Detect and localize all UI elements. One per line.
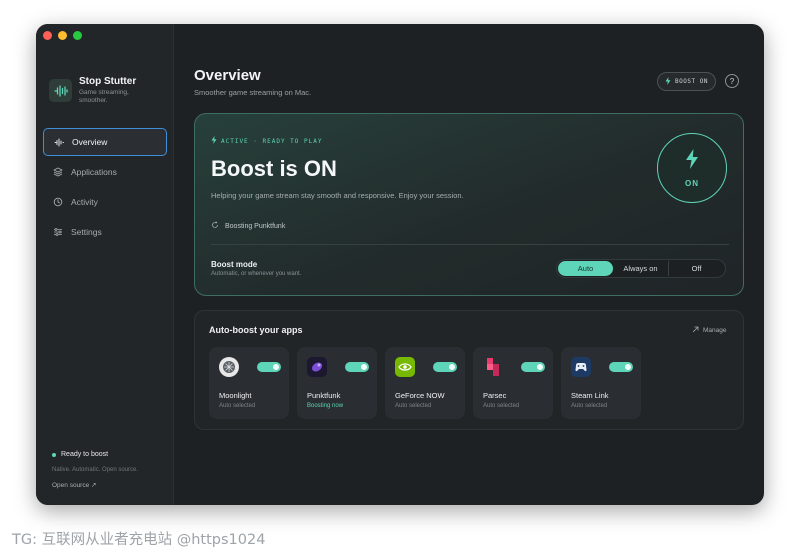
manage-apps-link[interactable]: Manage <box>692 326 727 335</box>
app-toggle[interactable] <box>257 362 281 372</box>
boost-description: Helping your game stream stay smooth and… <box>211 191 464 200</box>
sidebar-note: Native. Automatic. Open source. <box>52 467 139 473</box>
app-status: Boosting now <box>307 403 344 409</box>
auto-boost-apps-panel: Auto-boost your apps Manage Moonlight Au… <box>194 310 744 430</box>
clock-icon <box>53 197 63 207</box>
boost-status-button[interactable]: BOOST ON <box>657 72 716 91</box>
divider <box>211 244 729 245</box>
app-name: Steam Link <box>571 391 609 400</box>
app-name: Moonlight <box>219 391 252 400</box>
sidebar-item-overview[interactable]: Overview <box>43 128 167 156</box>
geforce-now-logo-icon <box>395 357 415 377</box>
app-status: Auto selected <box>219 403 256 409</box>
waveform-logo-icon <box>49 79 72 102</box>
apps-section-title: Auto-boost your apps <box>209 325 303 335</box>
sidebar-item-label: Applications <box>71 167 117 177</box>
bolt-icon <box>685 148 699 174</box>
sidebar-item-label: Settings <box>71 227 102 237</box>
zoom-window-button[interactable] <box>73 31 82 40</box>
app-status: Auto selected <box>395 403 432 409</box>
sliders-icon <box>53 227 63 237</box>
mode-option-off[interactable]: Off <box>669 261 724 276</box>
app-card-parsec[interactable]: Parsec Auto selected <box>473 347 553 419</box>
active-status-label: ACTIVE · READY TO PLAY <box>221 137 323 145</box>
punktfunk-logo-icon <box>307 357 327 377</box>
manage-label: Manage <box>703 327 727 334</box>
watermark-text: TG: 互联网从业者充电站 @https1024 <box>12 532 266 548</box>
app-toggle[interactable] <box>433 362 457 372</box>
boost-status-label: BOOST ON <box>675 78 708 85</box>
page-subtitle: Smoother game streaming on Mac. <box>194 88 312 97</box>
app-toggle[interactable] <box>345 362 369 372</box>
boost-mode-description: Automatic, or whenever you want. <box>211 271 302 277</box>
boosting-app-label: Boosting Punktfunk <box>225 222 286 230</box>
help-button[interactable]: ? <box>725 74 739 88</box>
app-status: Auto selected <box>571 403 608 409</box>
refresh-icon <box>211 221 219 231</box>
app-name: GeForce NOW <box>395 391 445 400</box>
sidebar-nav: Overview Applications Activity Settings <box>43 128 167 248</box>
boost-ring-label: ON <box>685 178 699 188</box>
status-dot-icon <box>52 452 56 457</box>
sidebar-item-label: Activity <box>71 197 98 207</box>
app-name: Punktfunk <box>307 391 341 400</box>
app-name: Stop Stutter <box>79 76 137 87</box>
app-card-punktfunk[interactable]: Punktfunk Boosting now <box>297 347 377 419</box>
sidebar-item-settings[interactable]: Settings <box>43 218 167 246</box>
sidebar-item-applications[interactable]: Applications <box>43 158 167 186</box>
layers-icon <box>53 167 63 177</box>
boost-toggle-ring[interactable]: ON <box>657 133 727 203</box>
close-window-button[interactable] <box>43 31 52 40</box>
boost-hero-card: ACTIVE · READY TO PLAY Boost is ON Helpi… <box>194 113 744 296</box>
sidebar: Stop Stutter Game streaming, smoother. O… <box>36 24 174 505</box>
steam-link-logo-icon <box>571 357 591 377</box>
bolt-icon <box>665 76 671 87</box>
minimize-window-button[interactable] <box>58 31 67 40</box>
boost-mode-label: Boost mode <box>211 260 258 269</box>
main-content: Overview Smoother game streaming on Mac.… <box>174 24 764 505</box>
ready-status: Ready to boost <box>52 451 138 458</box>
open-source-link[interactable]: Open source ↗ <box>52 481 138 489</box>
app-window: Stop Stutter Game streaming, smoother. O… <box>36 24 764 505</box>
brand: Stop Stutter Game streaming, smoother. <box>49 76 141 105</box>
boost-title: Boost is ON <box>211 156 337 181</box>
sidebar-item-label: Overview <box>72 137 108 147</box>
app-tagline: Game streaming, smoother. <box>79 89 129 104</box>
sidebar-footer: Ready to boost Native. Automatic. Open s… <box>52 451 138 489</box>
sidebar-item-activity[interactable]: Activity <box>43 188 167 216</box>
app-card-moonlight[interactable]: Moonlight Auto selected <box>209 347 289 419</box>
bolt-icon <box>211 136 217 146</box>
app-toggle[interactable] <box>521 362 545 372</box>
boosting-app-status: Boosting Punktfunk <box>211 221 285 231</box>
page-title: Overview <box>194 67 261 84</box>
moonlight-logo-icon <box>219 357 239 377</box>
mode-option-always-on[interactable]: Always on <box>613 261 669 276</box>
active-status: ACTIVE · READY TO PLAY <box>211 136 322 146</box>
app-status: Auto selected <box>483 403 520 409</box>
mode-option-auto[interactable]: Auto <box>558 261 613 276</box>
parsec-logo-icon <box>483 357 503 377</box>
ready-status-label: Ready to boost <box>61 451 109 458</box>
window-controls <box>43 31 82 40</box>
app-card-steam-link[interactable]: Steam Link Auto selected <box>561 347 641 419</box>
app-name: Parsec <box>483 391 507 400</box>
arrow-up-right-icon <box>692 326 699 335</box>
boost-mode-selector: Auto Always on Off <box>556 259 726 278</box>
app-card-geforce-now[interactable]: GeForce NOW Auto selected <box>385 347 465 419</box>
waveform-icon <box>54 137 64 147</box>
app-toggle[interactable] <box>609 362 633 372</box>
